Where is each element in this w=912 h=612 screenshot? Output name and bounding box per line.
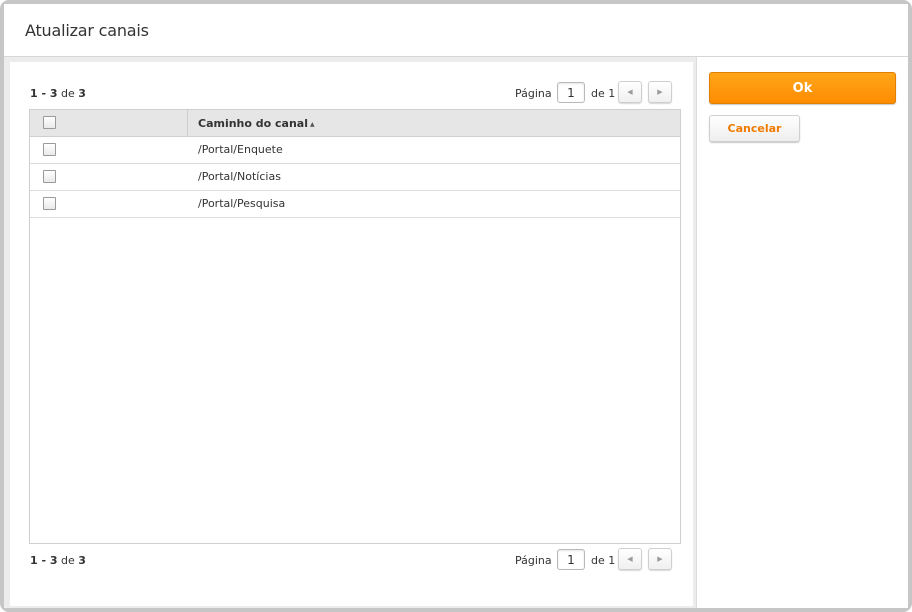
update-channels-dialog: Atualizar canais 1 - 3 de 3 Página de 1 … xyxy=(0,0,912,612)
sort-ascending-icon: ▲ xyxy=(310,121,315,128)
prev-page-button[interactable]: ◀ xyxy=(618,548,642,570)
chevron-right-icon: ▶ xyxy=(657,555,663,563)
table-row[interactable]: /Portal/Enquete xyxy=(30,137,680,164)
channels-grid: Caminho do canal ▲ /Portal/Enquete /Porta… xyxy=(29,109,681,544)
pager-bottom: 1 - 3 de 3 Página de 1 ◀ ▶ xyxy=(30,548,682,572)
record-range: 1 - 3 de 3 xyxy=(30,554,86,567)
select-all-cell xyxy=(30,110,188,136)
main-panel: 1 - 3 de 3 Página de 1 ◀ ▶ Caminho do ca… xyxy=(10,62,693,606)
next-page-button[interactable]: ▶ xyxy=(648,81,672,103)
prev-page-button[interactable]: ◀ xyxy=(618,81,642,103)
cancel-button[interactable]: Cancelar xyxy=(709,115,800,142)
pager-top: 1 - 3 de 3 Página de 1 ◀ ▶ xyxy=(30,81,682,105)
ok-button[interactable]: Ok xyxy=(709,72,896,104)
chevron-left-icon: ◀ xyxy=(627,555,633,563)
dialog-header: Atualizar canais xyxy=(4,4,908,57)
dialog-title: Atualizar canais xyxy=(25,21,149,40)
page-count: de 1 xyxy=(591,87,616,100)
page-number-input[interactable] xyxy=(557,82,585,103)
chevron-right-icon: ▶ xyxy=(657,88,663,96)
row-checkbox[interactable] xyxy=(43,170,56,183)
dialog-body: 1 - 3 de 3 Página de 1 ◀ ▶ Caminho do ca… xyxy=(4,57,908,608)
row-checkbox[interactable] xyxy=(43,143,56,156)
page-label: Página xyxy=(515,554,552,567)
row-checkbox[interactable] xyxy=(43,197,56,210)
page-label: Página xyxy=(515,87,552,100)
next-page-button[interactable]: ▶ xyxy=(648,548,672,570)
channel-path: /Portal/Pesquisa xyxy=(198,197,286,210)
grid-header: Caminho do canal ▲ xyxy=(30,110,680,137)
record-range: 1 - 3 de 3 xyxy=(30,87,86,100)
column-header-channel-path[interactable]: Caminho do canal ▲ xyxy=(198,117,315,130)
channel-path: /Portal/Notícias xyxy=(198,170,281,183)
page-count: de 1 xyxy=(591,554,616,567)
channel-path: /Portal/Enquete xyxy=(198,143,283,156)
chevron-left-icon: ◀ xyxy=(627,88,633,96)
table-row[interactable]: /Portal/Pesquisa xyxy=(30,191,680,218)
page-number-input[interactable] xyxy=(557,549,585,570)
select-all-checkbox[interactable] xyxy=(43,116,56,129)
table-row[interactable]: /Portal/Notícias xyxy=(30,164,680,191)
actions-panel: Ok Cancelar xyxy=(696,57,908,608)
